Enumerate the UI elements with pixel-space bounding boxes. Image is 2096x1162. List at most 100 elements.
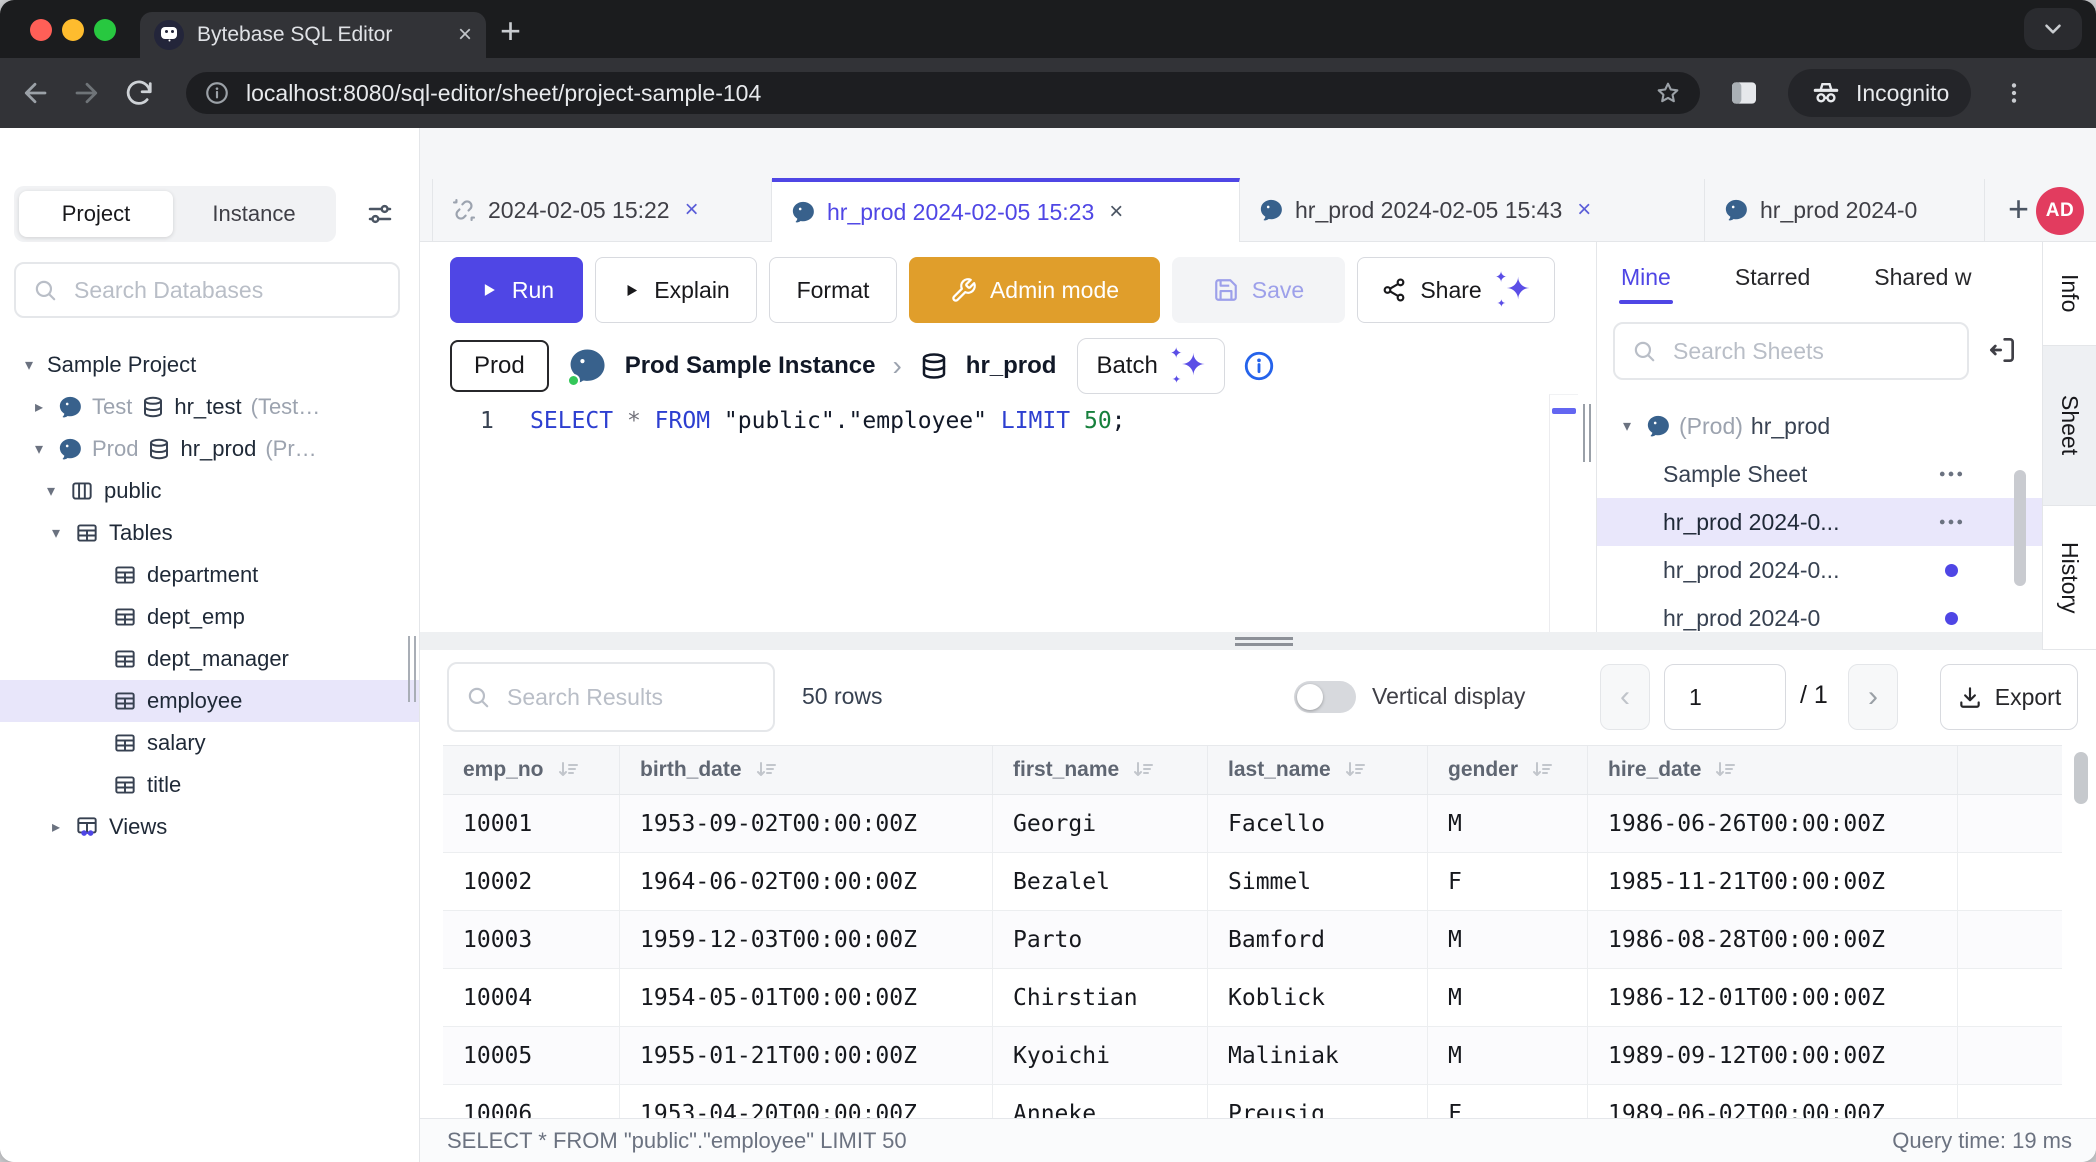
table-cell[interactable]: 10004 [443,969,620,1026]
tree-item[interactable]: title [0,764,419,806]
forward-icon[interactable] [72,78,102,108]
tree-item[interactable]: ▾Sample Project [0,344,419,386]
table-cell[interactable]: 1964-06-02T00:00:00Z [620,853,993,910]
table-cell[interactable]: Facello [1208,795,1428,852]
database-search-input[interactable] [14,262,400,318]
table-cell[interactable]: 1954-05-01T00:00:00Z [620,969,993,1026]
table-cell[interactable]: 1953-04-20T00:00:00Z [620,1085,993,1118]
address-bar[interactable]: localhost:8080/sql-editor/sheet/project-… [186,72,1700,114]
table-cell[interactable]: 1953-09-02T00:00:00Z [620,795,993,852]
table-cell[interactable]: 1986-08-28T00:00:00Z [1588,911,1958,968]
sidebar-resize-handle[interactable] [408,636,417,702]
site-info-icon[interactable] [204,80,230,106]
filter-settings-icon[interactable] [365,199,395,229]
tree-item[interactable]: salary [0,722,419,764]
sql-code-line[interactable]: SELECT * FROM "public"."employee" LIMIT … [530,408,1126,434]
table-cell[interactable]: Anneke [993,1085,1208,1118]
table-cell[interactable]: Georgi [993,795,1208,852]
table-cell[interactable]: F [1428,1085,1588,1118]
bookmark-star-icon[interactable] [1654,79,1682,107]
table-cell[interactable]: Chirstian [993,969,1208,1026]
column-header[interactable]: birth_date [620,746,993,794]
tree-item[interactable]: ▾Tables [0,512,419,554]
browser-menu-icon[interactable] [2001,80,2027,106]
table-cell[interactable]: Simmel [1208,853,1428,910]
more-menu-icon[interactable] [1936,459,1966,489]
browser-tab[interactable]: Bytebase SQL Editor × [140,12,486,58]
table-row[interactable]: 100051955-01-21T00:00:00ZKyoichiMaliniak… [443,1027,2062,1085]
sheet-tab-starred[interactable]: Starred [1735,250,1810,304]
table-cell[interactable]: 1986-12-01T00:00:00Z [1588,969,1958,1026]
back-icon[interactable] [20,78,50,108]
avatar[interactable]: AD [2036,187,2084,235]
prev-page-button[interactable]: ‹ [1600,664,1650,730]
collapse-panel-icon[interactable] [1986,334,2018,366]
table-cell[interactable]: F [1428,853,1588,910]
table-cell[interactable]: 10005 [443,1027,620,1084]
vertical-display-toggle[interactable] [1294,681,1356,713]
column-header[interactable]: emp_no [443,746,620,794]
panel-resize-handle[interactable] [1583,404,1592,462]
table-cell[interactable]: 10002 [443,853,620,910]
run-button[interactable]: Run [450,257,583,323]
tree-item[interactable]: dept_emp [0,596,419,638]
sheet-list-scrollbar[interactable] [2014,470,2026,586]
column-header[interactable]: gender [1428,746,1588,794]
tree-item[interactable]: employee [0,680,419,722]
tree-item[interactable]: department [0,554,419,596]
table-cell[interactable]: Koblick [1208,969,1428,1026]
table-cell[interactable]: Bamford [1208,911,1428,968]
table-row[interactable]: 100041954-05-01T00:00:00ZChirstianKoblic… [443,969,2062,1027]
table-row[interactable]: 100011953-09-02T00:00:00ZGeorgiFacelloM1… [443,795,2062,853]
side-tab-history[interactable]: History [2043,506,2096,650]
save-button[interactable]: Save [1172,257,1345,323]
table-row[interactable]: 100061953-04-20T00:00:00ZAnnekePreusigF1… [443,1085,2062,1118]
page-number-input[interactable] [1664,664,1786,730]
sheet-list-item[interactable]: hr_prod 2024-0 [1597,594,2042,632]
table-cell[interactable]: M [1428,1027,1588,1084]
table-row[interactable]: 100021964-06-02T00:00:00ZBezalelSimmelF1… [443,853,2062,911]
tree-item[interactable]: ▾public [0,470,419,512]
window-zoom-button[interactable] [94,19,116,41]
sheet-group-row[interactable]: ▾(Prod)hr_prod [1597,402,2042,450]
tab-project[interactable]: Project [19,191,173,237]
tree-item[interactable]: ▸Views [0,806,419,848]
tab-instance[interactable]: Instance [177,191,331,237]
sheet-list-item[interactable]: hr_prod 2024-0... [1597,546,2042,594]
column-header[interactable]: last_name [1208,746,1428,794]
editor-minimap[interactable] [1549,394,1578,632]
table-cell[interactable]: 1989-06-02T00:00:00Z [1588,1085,1958,1118]
column-header[interactable]: first_name [993,746,1208,794]
window-close-button[interactable] [30,19,52,41]
side-panel-icon[interactable] [1728,77,1760,109]
table-cell[interactable]: 1989-09-12T00:00:00Z [1588,1027,1958,1084]
tab-close-icon[interactable]: × [1109,198,1123,226]
tab-close-icon[interactable]: × [1577,196,1591,224]
side-tab-info[interactable]: Info [2043,242,2096,346]
sheet-tab-mine[interactable]: Mine [1621,250,1671,304]
results-search-input[interactable] [447,662,775,732]
instance-name[interactable]: Prod Sample Instance [625,352,876,380]
new-sheet-button[interactable]: + [2008,191,2029,227]
window-minimize-button[interactable] [62,19,84,41]
sheet-list-item[interactable]: Sample Sheet [1597,450,2042,498]
tree-item[interactable]: ▾Prodhr_prod(Pr… [0,428,419,470]
table-cell[interactable]: 10006 [443,1085,620,1118]
explain-button[interactable]: Explain [595,257,757,323]
ai-sparkles-icon[interactable]: ✦✦✦ [1495,272,1531,308]
table-cell[interactable]: Parto [993,911,1208,968]
table-cell[interactable]: 10001 [443,795,620,852]
table-cell[interactable]: Maliniak [1208,1027,1428,1084]
format-button[interactable]: Format [769,257,897,323]
new-tab-button[interactable]: + [500,10,521,52]
info-icon[interactable] [1242,349,1276,383]
table-cell[interactable]: M [1428,969,1588,1026]
tab-close-icon[interactable]: × [685,196,699,224]
tree-item[interactable]: dept_manager [0,638,419,680]
more-menu-icon[interactable] [1936,507,1966,537]
editor-tab[interactable]: hr_prod 2024-02-05 15:23× [772,178,1240,242]
results-resize-divider[interactable] [420,632,2042,650]
sheet-list-item[interactable]: hr_prod 2024-0... [1597,498,2042,546]
table-cell[interactable]: Preusig [1208,1085,1428,1118]
export-button[interactable]: Export [1940,664,2078,730]
